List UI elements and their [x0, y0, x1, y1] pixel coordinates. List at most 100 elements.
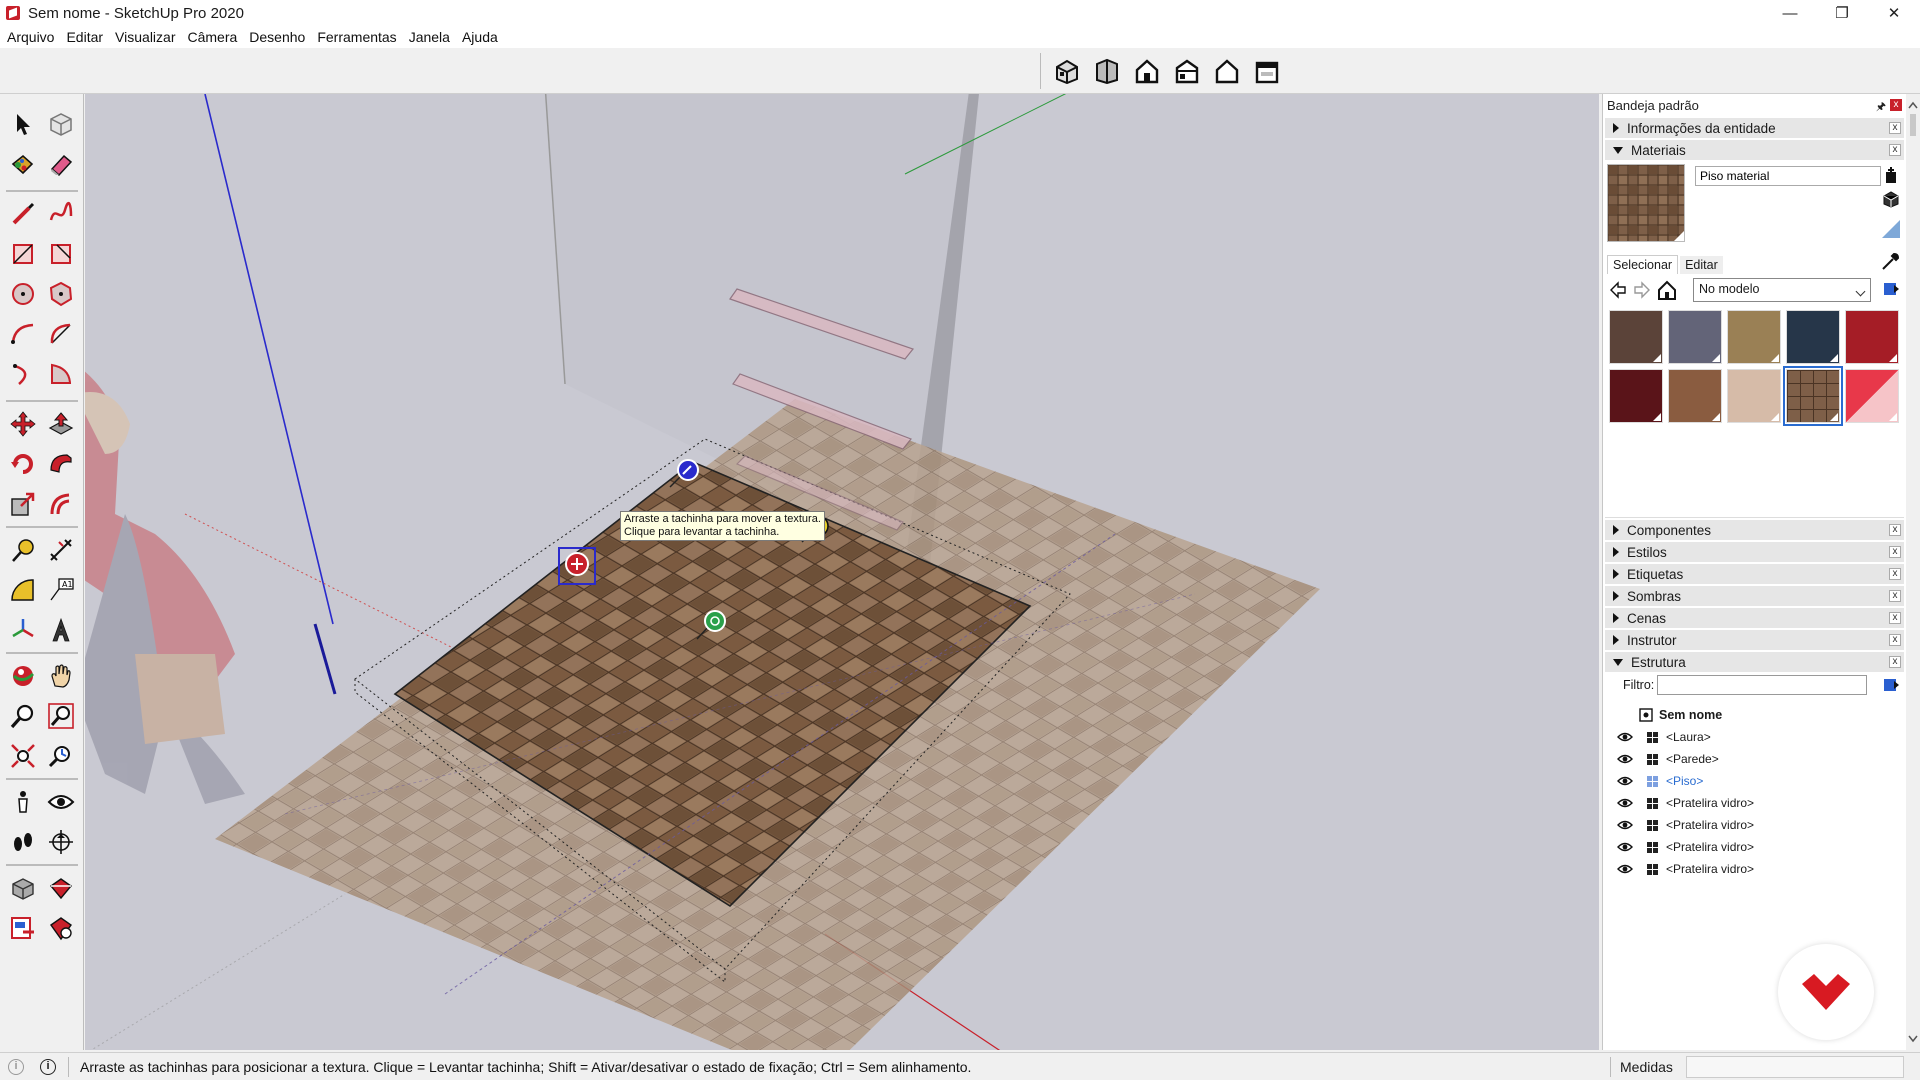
previous-view-icon[interactable]: [42, 736, 80, 776]
minimize-button[interactable]: —: [1764, 0, 1816, 26]
panel-components[interactable]: Componentes x: [1605, 520, 1904, 540]
visibility-eye-icon[interactable]: [1617, 820, 1633, 830]
details-arrow-icon[interactable]: [1882, 280, 1900, 298]
panel-close-icon[interactable]: x: [1889, 656, 1901, 668]
panel-styles[interactable]: Estilos x: [1605, 542, 1904, 562]
tab-edit[interactable]: Editar: [1680, 256, 1723, 274]
panel-close-icon[interactable]: x: [1889, 546, 1901, 558]
menu-ajuda[interactable]: Ajuda: [462, 29, 498, 45]
menu-janela[interactable]: Janela: [409, 29, 450, 45]
move-tool-icon[interactable]: [4, 404, 42, 444]
3d-text-icon[interactable]: [42, 610, 80, 650]
panel-close-icon[interactable]: x: [1889, 524, 1901, 536]
material-swatch[interactable]: [1609, 310, 1663, 364]
position-camera-icon[interactable]: [4, 782, 42, 822]
material-preview[interactable]: [1607, 164, 1685, 242]
material-swatch[interactable]: [1845, 310, 1899, 364]
material-swatch[interactable]: [1727, 310, 1781, 364]
top-view-icon[interactable]: [1089, 54, 1125, 88]
material-swatch[interactable]: [1786, 310, 1840, 364]
zoom-tool-icon[interactable]: [4, 696, 42, 736]
library-dropdown[interactable]: No modelo: [1693, 278, 1871, 302]
visibility-eye-icon[interactable]: [1617, 864, 1633, 874]
circle-tool-icon[interactable]: [4, 274, 42, 314]
tray-close-button[interactable]: x: [1890, 99, 1902, 111]
extension-manager-icon[interactable]: [42, 908, 80, 948]
panel-close-icon[interactable]: x: [1889, 612, 1901, 624]
panel-shadows[interactable]: Sombras x: [1605, 586, 1904, 606]
panel-close-icon[interactable]: x: [1889, 144, 1901, 156]
rectangle-tool-icon[interactable]: [4, 234, 42, 274]
menu-ferramentas[interactable]: Ferramentas: [317, 29, 396, 45]
zoom-extents-icon[interactable]: [4, 736, 42, 776]
outliner-item-selected[interactable]: <Piso>: [1603, 770, 1906, 792]
orbit-tool-icon[interactable]: [4, 656, 42, 696]
geo-location-icon[interactable]: i: [8, 1059, 24, 1075]
material-swatch[interactable]: [1727, 369, 1781, 423]
outliner-item[interactable]: <Pratelira vidro>: [1603, 858, 1906, 880]
eraser-icon[interactable]: [42, 144, 80, 184]
panel-tags[interactable]: Etiquetas x: [1605, 564, 1904, 584]
3d-warehouse-icon[interactable]: [4, 868, 42, 908]
axes-tool-icon[interactable]: [4, 610, 42, 650]
measurements-input[interactable]: [1686, 1056, 1904, 1078]
dimension-tool-icon[interactable]: [42, 530, 80, 570]
panel-close-icon[interactable]: x: [1889, 634, 1901, 646]
zoom-window-icon[interactable]: [42, 696, 80, 736]
visibility-eye-icon[interactable]: [1617, 732, 1633, 742]
forward-arrow-icon[interactable]: [1633, 281, 1651, 299]
paint-mode-icon[interactable]: [1880, 218, 1902, 240]
panel-close-icon[interactable]: x: [1889, 568, 1901, 580]
look-around-icon[interactable]: [42, 782, 80, 822]
modeling-viewport[interactable]: Arraste a tachinha para mover a textura.…: [85, 94, 1599, 1050]
panel-scenes[interactable]: Cenas x: [1605, 608, 1904, 628]
right-view-icon[interactable]: [1169, 54, 1205, 88]
left-view-icon[interactable]: [1249, 54, 1285, 88]
follow-me-icon[interactable]: [42, 444, 80, 484]
material-swatch[interactable]: [1783, 366, 1843, 426]
material-name-input[interactable]: [1695, 166, 1881, 186]
paint-bucket-icon[interactable]: [4, 144, 42, 184]
front-view-icon[interactable]: [1129, 54, 1165, 88]
push-pull-icon[interactable]: [42, 404, 80, 444]
menu-camera[interactable]: Câmera: [187, 29, 237, 45]
rotate-tool-icon[interactable]: [4, 444, 42, 484]
select-tool-icon[interactable]: [4, 104, 42, 144]
text-tool-icon[interactable]: A1: [42, 570, 80, 610]
pin-icon[interactable]: 🖈: [1876, 98, 1886, 117]
tape-measure-icon[interactable]: [4, 530, 42, 570]
restore-button[interactable]: ❐: [1816, 0, 1868, 26]
extension-warehouse-icon[interactable]: [42, 868, 80, 908]
menu-editar[interactable]: Editar: [66, 29, 103, 45]
outliner-item[interactable]: <Pratelira vidro>: [1603, 814, 1906, 836]
outliner-item[interactable]: <Laura>: [1603, 726, 1906, 748]
material-swatch[interactable]: [1609, 369, 1663, 423]
eyedropper-icon[interactable]: [1880, 252, 1900, 272]
three-point-arc-icon[interactable]: [4, 354, 42, 394]
back-arrow-icon[interactable]: [1609, 281, 1627, 299]
visibility-eye-icon[interactable]: [1617, 776, 1633, 786]
outliner-item[interactable]: <Pratelira vidro>: [1603, 836, 1906, 858]
material-swatch[interactable]: [1845, 369, 1899, 423]
scale-tool-icon[interactable]: [4, 484, 42, 524]
outliner-root[interactable]: Sem nome: [1603, 704, 1906, 726]
visibility-eye-icon[interactable]: [1617, 754, 1633, 764]
offset-tool-icon[interactable]: [42, 484, 80, 524]
menu-arquivo[interactable]: Arquivo: [7, 29, 54, 45]
rotated-rectangle-icon[interactable]: [42, 234, 80, 274]
create-material-icon[interactable]: [1882, 166, 1900, 184]
protractor-icon[interactable]: [4, 570, 42, 610]
tab-select[interactable]: Selecionar: [1607, 255, 1679, 274]
panel-outliner[interactable]: Estrutura x: [1605, 652, 1904, 672]
panel-instructor[interactable]: Instrutor x: [1605, 630, 1904, 650]
send-to-layout-icon[interactable]: [4, 908, 42, 948]
line-tool-icon[interactable]: [4, 194, 42, 234]
panel-close-icon[interactable]: x: [1889, 122, 1901, 134]
polygon-tool-icon[interactable]: [42, 274, 80, 314]
pie-tool-icon[interactable]: [42, 354, 80, 394]
panel-materials[interactable]: Materiais x: [1605, 140, 1904, 160]
panel-close-icon[interactable]: x: [1889, 590, 1901, 602]
arc-tool-icon[interactable]: [4, 314, 42, 354]
default-material-icon[interactable]: [1882, 190, 1900, 208]
outliner-filter-input[interactable]: [1657, 675, 1867, 695]
